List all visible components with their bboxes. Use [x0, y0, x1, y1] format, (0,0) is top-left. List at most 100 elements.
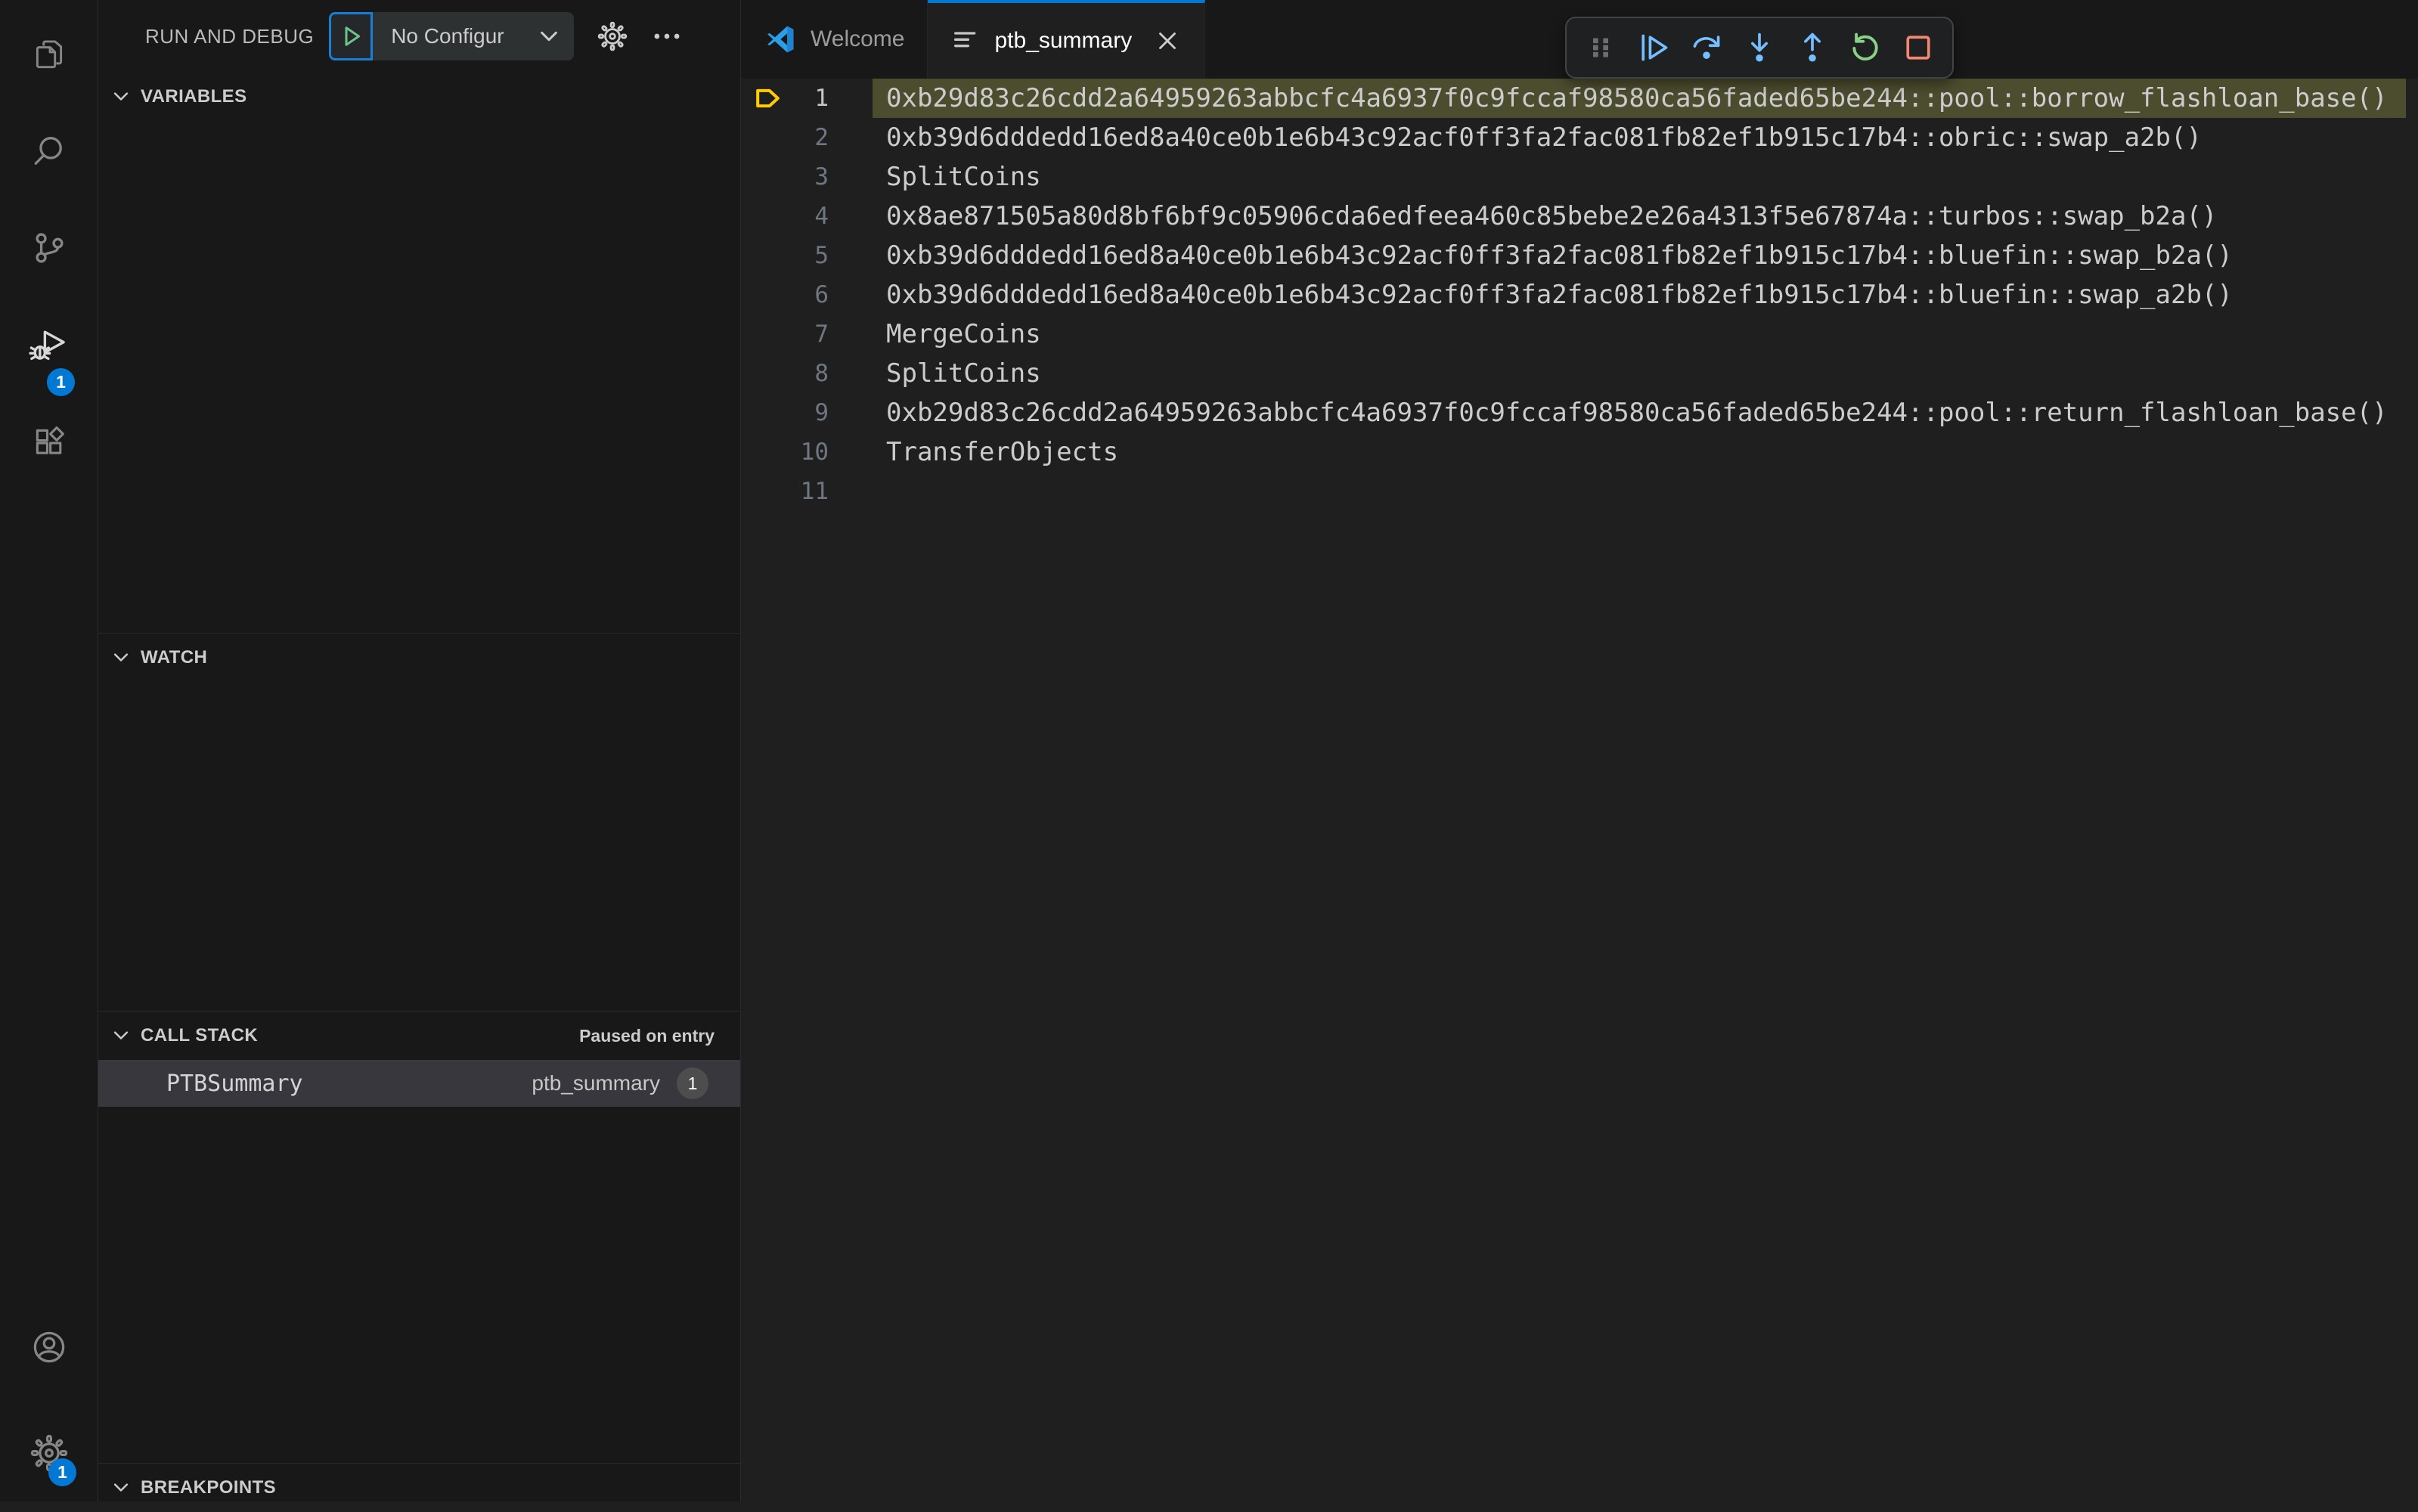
- step-over-button[interactable]: [1684, 25, 1729, 70]
- line-number: 10: [800, 438, 829, 466]
- chevron-down-icon: [110, 1025, 132, 1046]
- code-line-1[interactable]: 1 0xb29d83c26cdd2a64959263abbcfc4a6937f0c…: [741, 79, 2418, 118]
- gutter: [741, 118, 794, 157]
- restart-button[interactable]: [1843, 25, 1888, 70]
- configuration-dropdown[interactable]: No Configur: [373, 12, 575, 60]
- chevron-down-icon: [110, 86, 132, 107]
- gutter: [741, 432, 794, 472]
- step-over-icon: [1690, 31, 1723, 64]
- code-text: 0xb39d6dddedd16ed8a40ce0b1e6b43c92acf0ff…: [886, 240, 2233, 271]
- activity-item-search[interactable]: [0, 103, 98, 200]
- sidebar-title: RUN AND DEBUG: [145, 24, 315, 48]
- paused-status: Paused on entry: [579, 1025, 715, 1046]
- ellipsis-icon: [651, 20, 683, 52]
- debug-current-line-arrow-icon: [741, 79, 794, 118]
- activity-item-run-and-debug[interactable]: 1: [0, 296, 98, 396]
- breakpoints-section-header[interactable]: BREAKPOINTS: [98, 1464, 740, 1512]
- activity-item-accounts[interactable]: [0, 1299, 98, 1396]
- code-line-2[interactable]: 2 0xb39d6dddedd16ed8a40ce0b1e6b43c92acf0f…: [741, 118, 2418, 157]
- toolbar-drag-handle[interactable]: [1578, 25, 1623, 70]
- tab-welcome[interactable]: Welcome: [741, 0, 928, 79]
- call-stack-frame-row[interactable]: PTBSummary ptb_summary 1: [98, 1060, 740, 1107]
- step-into-icon: [1743, 31, 1776, 64]
- tab-label: Welcome: [811, 26, 905, 51]
- activity-bar: 1 1: [0, 0, 98, 1501]
- gutter: [741, 314, 794, 354]
- activity-item-settings[interactable]: 1: [0, 1405, 98, 1501]
- debug-launch-control: No Configur: [329, 12, 575, 60]
- code-line-6[interactable]: 6 0xb39d6dddedd16ed8a40ce0b1e6b43c92acf0f…: [741, 275, 2418, 314]
- breakpoints-section: BREAKPOINTS: [98, 1463, 740, 1512]
- gripper-icon: [1586, 33, 1616, 63]
- code-line-11[interactable]: 11: [741, 472, 2418, 511]
- gutter: [741, 197, 794, 236]
- continue-button[interactable]: [1631, 25, 1676, 70]
- call-stack-section-header[interactable]: CALL STACK Paused on entry: [98, 1012, 740, 1060]
- chevron-down-icon: [538, 25, 560, 48]
- code-text: SplitCoins: [886, 162, 1041, 192]
- code-text: 0xb29d83c26cdd2a64959263abbcfc4a6937f0c9…: [873, 79, 2406, 118]
- sidebar-titlebar: RUN AND DEBUG No Configur: [98, 0, 740, 73]
- account-icon: [29, 1328, 69, 1367]
- line-number: 5: [814, 242, 829, 269]
- watch-section-header[interactable]: WATCH: [98, 634, 740, 682]
- close-icon[interactable]: [1153, 26, 1182, 55]
- line-number: 2: [814, 124, 829, 151]
- files-icon: [30, 36, 68, 73]
- debug-icon: [28, 324, 70, 365]
- chevron-down-icon: [110, 1477, 132, 1498]
- frame-badge: 1: [677, 1067, 708, 1099]
- gutter: [741, 275, 794, 314]
- configuration-dropdown-value: No Configur: [391, 24, 504, 48]
- step-into-button[interactable]: [1737, 25, 1782, 70]
- code-line-4[interactable]: 4 0x8ae871505a80d8bf6bf9c05906cda6edfeea4…: [741, 197, 2418, 236]
- start-debugging-button[interactable]: [329, 12, 374, 60]
- step-out-button[interactable]: [1790, 25, 1835, 70]
- extensions-icon: [30, 423, 68, 460]
- code-lines: 1 0xb29d83c26cdd2a64959263abbcfc4a6937f0c…: [741, 79, 2418, 1501]
- code-text: 0xb39d6dddedd16ed8a40ce0b1e6b43c92acf0ff…: [886, 122, 2202, 153]
- code-line-10[interactable]: 10 TransferObjects: [741, 432, 2418, 472]
- gear-icon: [597, 20, 628, 52]
- editor-group: Welcome ptb_summary 1 0xb29d83c26cdd2a64…: [741, 0, 2418, 1501]
- stop-button[interactable]: [1896, 25, 1941, 70]
- code-line-9[interactable]: 9 0xb29d83c26cdd2a64959263abbcfc4a6937f0c…: [741, 393, 2418, 432]
- line-number: 3: [814, 163, 829, 191]
- run-and-debug-sidebar: RUN AND DEBUG No Configur VARIABLES WATC…: [98, 0, 741, 1501]
- search-icon: [30, 132, 68, 170]
- chevron-down-icon: [110, 647, 132, 668]
- gutter: [741, 157, 794, 197]
- tab-ptb-summary[interactable]: ptb_summary: [928, 0, 1206, 79]
- line-number: 9: [814, 399, 829, 426]
- open-launch-json-button[interactable]: [597, 20, 628, 52]
- vscode-logo-icon: [764, 23, 797, 56]
- settings-badge: 1: [48, 1458, 76, 1486]
- list-icon: [950, 26, 981, 56]
- code-line-3[interactable]: 3 SplitCoins: [741, 157, 2418, 197]
- line-number: 6: [814, 281, 829, 308]
- watch-section: WATCH: [98, 633, 740, 1011]
- code-text: MergeCoins: [886, 319, 1041, 349]
- line-number: 4: [814, 203, 829, 230]
- views-and-more-actions-button[interactable]: [651, 20, 683, 52]
- variables-section: VARIABLES: [98, 73, 740, 633]
- call-stack-section: CALL STACK Paused on entry PTBSummary pt…: [98, 1011, 740, 1463]
- code-text: SplitCoins: [886, 358, 1041, 389]
- continue-icon: [1637, 31, 1670, 64]
- activity-item-explorer[interactable]: [0, 6, 98, 103]
- variables-section-header[interactable]: VARIABLES: [98, 73, 740, 121]
- variables-section-label: VARIABLES: [141, 86, 247, 107]
- line-number: 1: [814, 85, 829, 112]
- stop-icon: [1902, 31, 1935, 64]
- activity-item-extensions[interactable]: [0, 393, 98, 490]
- code-line-5[interactable]: 5 0xb39d6dddedd16ed8a40ce0b1e6b43c92acf0f…: [741, 236, 2418, 275]
- line-number: 8: [814, 360, 829, 387]
- activity-item-source-control[interactable]: [0, 200, 98, 296]
- debug-toolbar: [1565, 17, 1954, 79]
- code-line-7[interactable]: 7 MergeCoins: [741, 314, 2418, 354]
- breakpoints-section-label: BREAKPOINTS: [141, 1477, 277, 1498]
- code-line-8[interactable]: 8 SplitCoins: [741, 354, 2418, 393]
- frame-source: ptb_summary: [532, 1071, 660, 1095]
- watch-section-label: WATCH: [141, 647, 208, 668]
- gutter: [741, 354, 794, 393]
